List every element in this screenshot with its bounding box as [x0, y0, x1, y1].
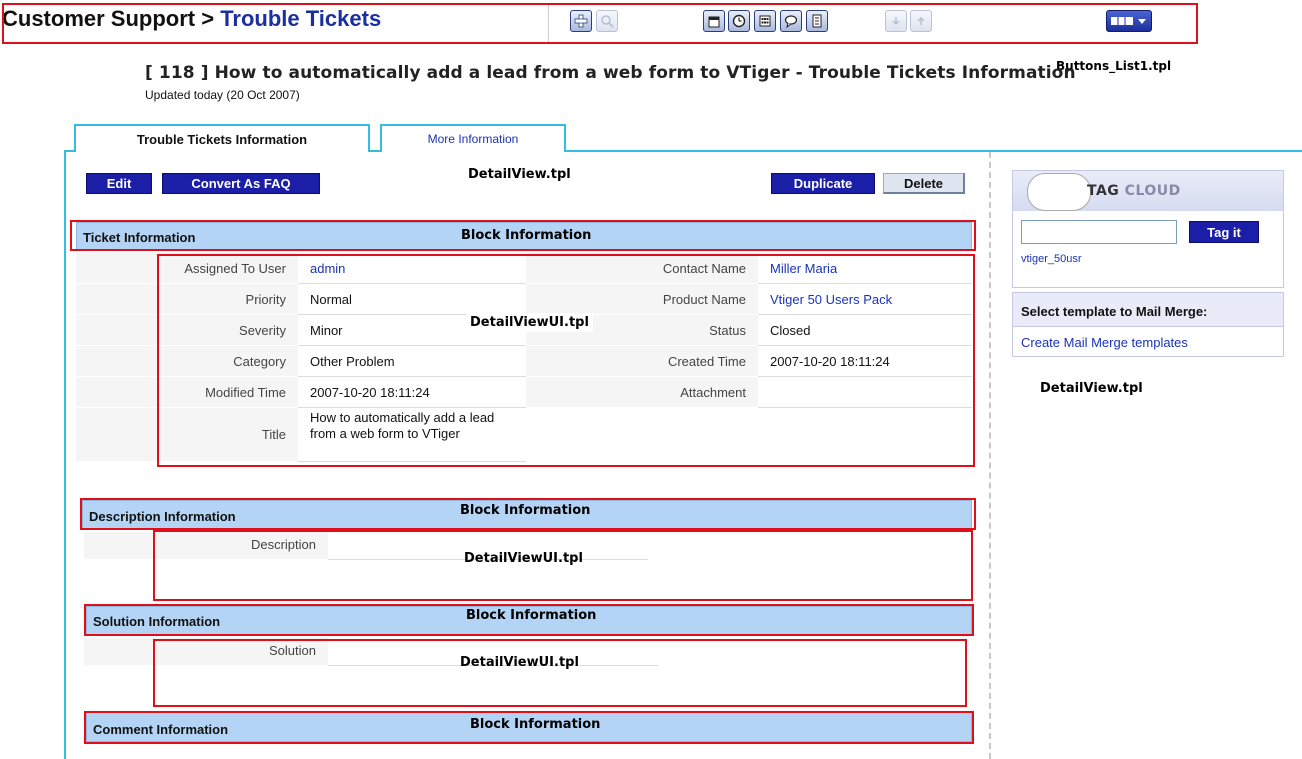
menu-dropdown-icon[interactable] [1106, 10, 1152, 32]
tag-item-link[interactable]: vtiger_50usr [1021, 253, 1082, 265]
delete-button[interactable]: Delete [883, 173, 965, 194]
tag-cloud-title: TAG CLOUD [1087, 183, 1181, 199]
ticket-fields-annotation-box [157, 254, 975, 467]
ticket-header-annotation-box [70, 220, 976, 251]
detail-view-annotation: DetailView.tpl [468, 167, 571, 182]
content-top-border-middle [370, 150, 380, 152]
mail-merge-panel: Select template to Mail Merge: Create Ma… [1012, 292, 1284, 357]
tab-trouble-tickets-information[interactable]: Trouble Tickets Information [74, 124, 370, 152]
tag-input[interactable] [1021, 220, 1177, 244]
description-fields-annotation-box [153, 530, 973, 601]
description-header-annotation-box [80, 498, 976, 530]
phone-list-icon[interactable] [806, 10, 828, 32]
solution-header-annotation-box [84, 604, 974, 636]
content-left-border [64, 150, 66, 759]
duplicate-button[interactable]: Duplicate [771, 173, 875, 194]
tag-cloud-header: TAG CLOUD [1013, 171, 1283, 211]
header-divider [548, 5, 549, 42]
create-mail-merge-link[interactable]: Create Mail Merge templates [1021, 335, 1188, 350]
tab-more-information[interactable]: More Information [380, 124, 566, 152]
chat-icon[interactable] [780, 10, 802, 32]
detail-view-annotation: DetailView.tpl [1040, 381, 1143, 396]
updated-text: Updated today (20 Oct 2007) [145, 88, 300, 102]
tag-cloud-word-tag: TAG [1087, 183, 1120, 199]
tag-cloud-word-cloud: CLOUD [1124, 183, 1181, 199]
content-top-border-right [566, 150, 990, 152]
cloud-icon [1027, 173, 1091, 211]
calendar-icon[interactable] [703, 10, 725, 32]
solution-fields-annotation-box [153, 639, 967, 707]
sidebar-divider [989, 152, 991, 759]
tag-cloud-panel: TAG CLOUD Tag it vtiger_50usr [1012, 170, 1284, 288]
content-top-border-sidebar [990, 150, 1302, 152]
clock-icon[interactable] [728, 10, 750, 32]
mail-merge-title: Select template to Mail Merge: [1013, 293, 1283, 327]
import-icon[interactable] [885, 10, 907, 32]
add-icon[interactable] [570, 10, 592, 32]
comment-header-annotation-box [84, 711, 974, 744]
edit-button[interactable]: Edit [86, 173, 152, 194]
search-icon[interactable] [596, 10, 618, 32]
tag-it-button[interactable]: Tag it [1189, 221, 1259, 243]
convert-as-faq-button[interactable]: Convert As FAQ [162, 173, 320, 194]
record-title: [ 118 ] How to automatically add a lead … [145, 63, 1076, 83]
calculator-icon[interactable] [754, 10, 776, 32]
export-icon[interactable] [910, 10, 932, 32]
